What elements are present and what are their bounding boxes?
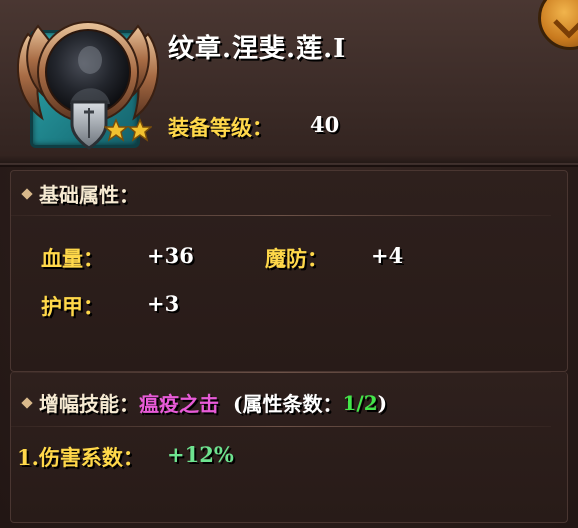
stat-hp-label: 血量：	[41, 246, 104, 271]
item-detail-panel: 纹章.涅斐.莲.I 装备等级： 40 基础属性： 血量： +36 魔防： +4 …	[0, 0, 578, 528]
diamond-bullet-icon	[21, 396, 33, 409]
amplify-skill-section: 增幅技能： 瘟疫之击 (属性条数： 1/2 ) 1.伤害系数： +12%	[10, 372, 568, 523]
star-rating	[104, 118, 152, 142]
skill-name: 瘟疫之击	[139, 392, 219, 416]
attr-count-prefix: (属性条数：	[233, 392, 343, 416]
item-portrait	[8, 6, 168, 156]
section-divider	[11, 426, 551, 427]
close-icon	[553, 19, 578, 39]
section-divider	[11, 372, 551, 373]
effect-damage-value: +12%	[167, 442, 234, 467]
stat-armor-label: 护甲：	[41, 294, 104, 319]
section-divider	[11, 215, 551, 216]
item-name: 纹章.涅斐.莲.I	[168, 34, 347, 64]
attr-count-value: 1/2	[342, 390, 378, 415]
stat-hp-value: +36	[147, 243, 194, 268]
equip-level-value: 40	[310, 112, 340, 137]
diamond-bullet-icon	[21, 187, 33, 200]
close-button[interactable]	[538, 0, 578, 50]
base-attributes-section: 基础属性： 血量： +36 魔防： +4 护甲： +3	[10, 170, 568, 372]
equip-level-label: 装备等级：	[168, 115, 273, 140]
attr-count-suffix: )	[377, 390, 388, 415]
stat-mdef-label: 魔防：	[265, 246, 328, 271]
stat-armor-value: +3	[147, 291, 180, 316]
stat-mdef-value: +4	[371, 243, 404, 268]
effect-damage-label: 1.伤害系数：	[17, 445, 144, 470]
star-icon	[104, 118, 130, 142]
base-attributes-header: 基础属性：	[19, 179, 139, 208]
item-header: 纹章.涅斐.莲.I 装备等级： 40	[0, 0, 578, 167]
amplify-skill-header: 增幅技能： 瘟疫之击 (属性条数： 1/2 )	[19, 388, 387, 417]
base-attributes-title: 基础属性：	[39, 183, 139, 207]
star-icon	[126, 118, 152, 142]
amplify-skill-title: 增幅技能：	[39, 392, 139, 416]
